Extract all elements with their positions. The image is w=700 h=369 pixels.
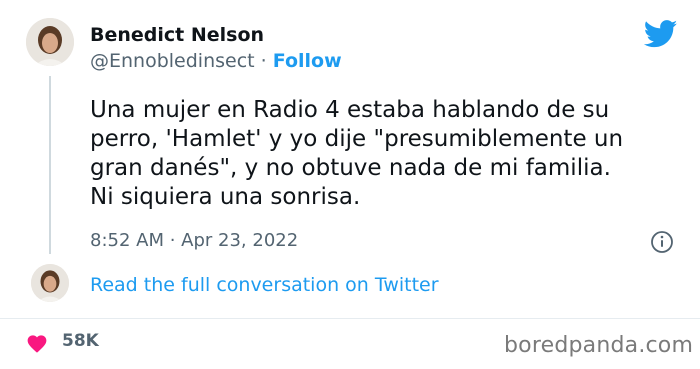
- avatar-portrait: [26, 18, 74, 66]
- follow-button[interactable]: Follow: [273, 50, 342, 72]
- info-icon[interactable]: [650, 230, 674, 254]
- read-conversation-link[interactable]: Read the full conversation on Twitter: [90, 274, 439, 296]
- tweet-timestamp[interactable]: 8:52 AM · Apr 23, 2022: [90, 230, 298, 251]
- like-count[interactable]: 58K: [62, 331, 99, 351]
- author-name[interactable]: Benedict Nelson: [90, 24, 264, 46]
- heart-icon[interactable]: [26, 333, 48, 353]
- divider: [0, 318, 700, 319]
- author-avatar[interactable]: [26, 18, 74, 66]
- author-handle[interactable]: @Ennobledinsect: [90, 50, 255, 72]
- avatar-portrait-small: [31, 264, 69, 302]
- thread-line: [49, 76, 51, 254]
- twitter-bird-icon[interactable]: [644, 20, 678, 48]
- watermark: boredpanda.com: [504, 333, 694, 358]
- separator-dot: ·: [260, 50, 267, 72]
- author-handle-row: @Ennobledinsect · Follow: [90, 50, 342, 72]
- author-avatar-small[interactable]: [31, 264, 69, 302]
- tweet-text: Una mujer en Radio 4 estaba hablando de …: [90, 97, 624, 210]
